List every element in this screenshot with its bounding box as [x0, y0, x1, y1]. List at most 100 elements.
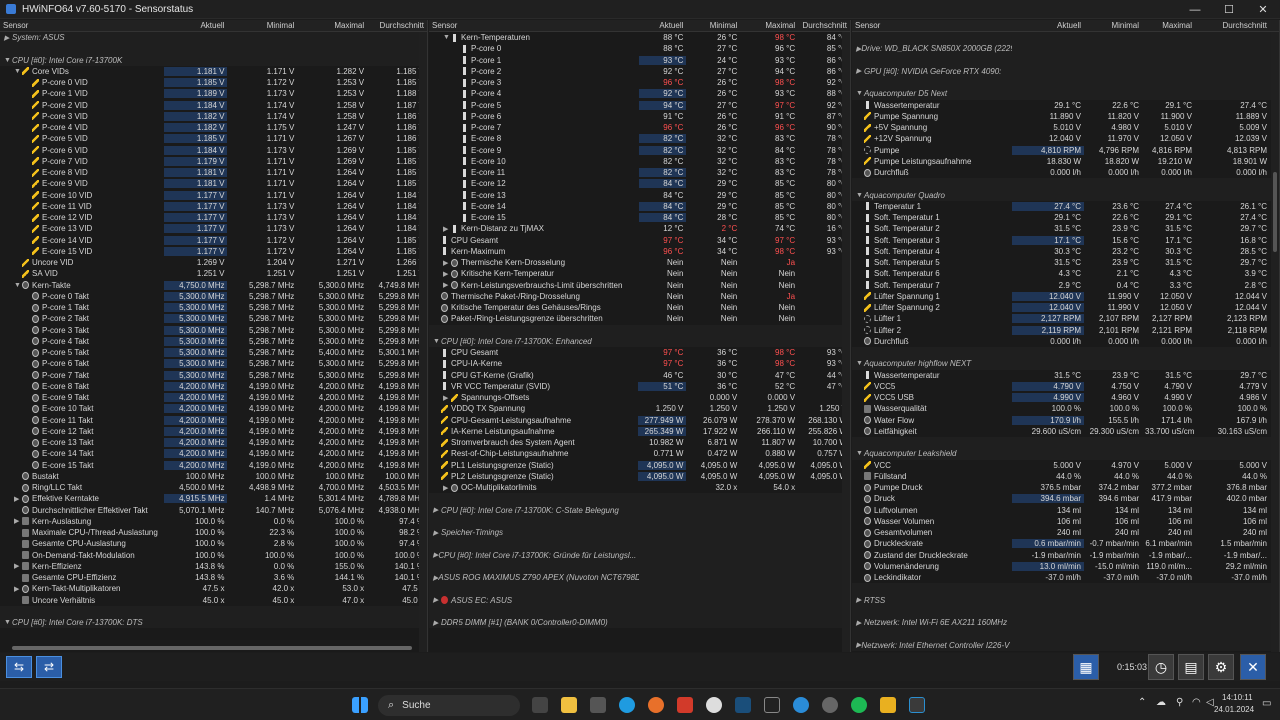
app-icon-2[interactable]: [706, 697, 722, 713]
clock-icon[interactable]: ◷: [1148, 654, 1174, 680]
sensor-row[interactable]: Wasser Volumen 106 ml 106 ml 106 ml 106 ml: [852, 516, 1279, 527]
sensor-row[interactable]: IA-Kerne Leistungsaufnahme 265.349 W 17.92…: [429, 426, 850, 437]
column-header-current[interactable]: Aktuell: [164, 21, 228, 30]
notification-icon[interactable]: ▭: [1262, 698, 1271, 709]
sensor-row[interactable]: E-core 10 82 °C 32 °C 83 °C 78 °C: [429, 156, 850, 167]
sensor-row[interactable]: P-core 2 92 °C 27 °C 94 °C 86 °C: [429, 66, 850, 77]
expand-chevron-icon[interactable]: ▶: [433, 619, 441, 627]
column-header-max[interactable]: Maximal: [297, 21, 367, 30]
collapse-chevron-icon[interactable]: ▼: [856, 90, 864, 97]
sensor-row[interactable]: Water Flow 170.9 l/h 155.5 l/h 171.4 l/h 167…: [852, 415, 1279, 426]
sensor-row[interactable]: Gesamte CPU-Effizienz 143.8 % 3.6 % 144.1 %…: [0, 572, 427, 583]
sensor-row[interactable]: ▶ Thermische Kern-Drosselung Nein Nein Ja: [429, 257, 850, 268]
close-sensors-icon[interactable]: ✕: [1240, 654, 1266, 680]
sensor-group-row[interactable]: ▶ Netzwerk: Intel Ethernet Controller I22…: [852, 639, 1279, 651]
expand-chevron-icon[interactable]: ▶: [14, 585, 22, 593]
sensor-row[interactable]: ▶ Kritische Kern-Temperatur Nein Nein Nein: [429, 268, 850, 279]
expand-chevron-icon[interactable]: ▶: [433, 596, 441, 604]
column-header-max[interactable]: Maximal: [740, 21, 798, 30]
sensor-row[interactable]: VR VCC Temperatur (SVID) 51 °C 36 °C 52 °C 4…: [429, 381, 850, 392]
sensor-group-row[interactable]: [429, 538, 850, 550]
sensor-row[interactable]: Thermische Paket-/Ring-Drosselung Nein Nei…: [429, 291, 850, 302]
sensor-row[interactable]: Uncore Verhältnis 45.0 x 45.0 x 47.0 x 45.0 …: [0, 595, 427, 606]
sensor-row[interactable]: ▶ Effektive Kerntakte 4,915.5 MHz 1.4 MHz 5,…: [0, 493, 427, 504]
sensor-row[interactable]: E-core 13 84 °C 29 °C 85 °C 80 °C: [429, 190, 850, 201]
sensor-row[interactable]: P-core 3 96 °C 26 °C 98 °C 92 °C: [429, 77, 850, 88]
column-header-min[interactable]: Minimal: [1084, 21, 1142, 30]
settings-gear-icon[interactable]: ⚙: [1208, 654, 1234, 680]
sensor-row[interactable]: Druckleckrate 0.6 mbar/min -0.7 mbar/min 6.…: [852, 538, 1279, 549]
sensor-row[interactable]: Soft. Temperatur 1 29.1 °C 22.6 °C 29.1 °C 2…: [852, 212, 1279, 223]
sensor-row[interactable]: Wasserqualität 100.0 % 100.0 % 100.0 % 100.0…: [852, 403, 1279, 414]
sensor-row[interactable]: SA VID 1.251 V 1.251 V 1.251 V 1.251 V: [0, 268, 427, 279]
column-header-sensor[interactable]: Sensor: [0, 21, 164, 30]
sensor-row[interactable]: E-core 11 VID 1.177 V 1.173 V 1.264 V 1.184 …: [0, 201, 427, 212]
report-icon[interactable]: ▦: [1073, 654, 1099, 680]
expand-chevron-icon[interactable]: ▶: [4, 34, 12, 42]
sensor-group-row[interactable]: [852, 54, 1279, 66]
start-icon[interactable]: [352, 697, 368, 713]
sensor-row[interactable]: Rest-of-Chip-Leistungsaufnahme 0.771 W 0.4…: [429, 448, 850, 459]
sensor-row[interactable]: Pumpe Leistungsaufnahme 18.830 W 18.820 W 1…: [852, 156, 1279, 167]
sensor-row[interactable]: Durchschnittlicher Effektiver Takt 5,070.…: [0, 505, 427, 516]
sensor-row[interactable]: E-core 15 84 °C 28 °C 85 °C 80 °C: [429, 212, 850, 223]
clock-time[interactable]: 14:10:11: [1222, 693, 1253, 702]
column-header-avg[interactable]: Durchschnitt: [367, 21, 427, 30]
sensor-group-row[interactable]: ▶Drive: WD_BLACK SN850X 2000GB (22293A..…: [852, 43, 1279, 55]
sensor-row[interactable]: E-core 11 Takt 4,200.0 MHz 4,199.0 MHz 4,20…: [0, 415, 427, 426]
sensor-group-row[interactable]: [429, 324, 850, 336]
sensor-group-row[interactable]: ▼ CPU [#0]: Intel Core i7-13700K: DTS: [0, 617, 427, 629]
sensor-group-row[interactable]: [852, 32, 1279, 44]
epic-games-icon[interactable]: [764, 697, 780, 713]
sensor-row[interactable]: P-core 2 VID 1.184 V 1.174 V 1.258 V 1.187 V: [0, 100, 427, 111]
app-icon-4[interactable]: [822, 697, 838, 713]
sensor-row[interactable]: E-core 15 Takt 4,200.0 MHz 4,199.0 MHz 4,20…: [0, 460, 427, 471]
sensor-row[interactable]: Maximale CPU-/Thread-Auslastung 100.0 % 22…: [0, 527, 427, 538]
task-view-icon[interactable]: [532, 697, 548, 713]
sensor-group-row[interactable]: [429, 583, 850, 595]
sensor-row[interactable]: Lüfter Spannung 1 12.040 V 11.990 V 12.050 …: [852, 291, 1279, 302]
expand-chevron-icon[interactable]: ▶: [443, 394, 451, 402]
sensor-row[interactable]: P-core 6 91 °C 26 °C 91 °C 87 °C: [429, 111, 850, 122]
sensor-row[interactable]: ▼ Kern-Temperaturen 88 °C 26 °C 98 °C 84 °C: [429, 32, 850, 43]
sensor-row[interactable]: Wassertemperatur 29.1 °C 22.6 °C 29.1 °C 27.…: [852, 100, 1279, 111]
sensor-group-row[interactable]: [429, 493, 850, 505]
column-header-min[interactable]: Minimal: [227, 21, 297, 30]
sensor-row[interactable]: CPU Gesamt 97 °C 34 °C 97 °C 93 °C: [429, 235, 850, 246]
sensor-row[interactable]: Kritische Temperatur des Gehäuses/Rings N…: [429, 302, 850, 313]
sensor-row[interactable]: Ring/LLC Takt 4,500.0 MHz 4,498.9 MHz 4,700…: [0, 482, 427, 493]
sensor-row[interactable]: E-core 13 VID 1.177 V 1.173 V 1.264 V 1.184 …: [0, 223, 427, 234]
sensor-row[interactable]: Wassertemperatur 31.5 °C 23.9 °C 31.5 °C 29.…: [852, 370, 1279, 381]
sensor-row[interactable]: P-core 0 Takt 5,300.0 MHz 5,298.7 MHz 5,300…: [0, 291, 427, 302]
expand-chevron-icon[interactable]: ▶: [443, 270, 451, 278]
sensor-row[interactable]: E-core 14 VID 1.177 V 1.172 V 1.264 V 1.185 …: [0, 235, 427, 246]
sensor-group-row[interactable]: [429, 605, 850, 617]
sensor-group-row[interactable]: ▼ CPU [#0]: Intel Core i7-13700K: [0, 54, 427, 66]
sensor-row[interactable]: P-core 5 Takt 5,300.0 MHz 5,298.7 MHz 5,400…: [0, 347, 427, 358]
sensor-row[interactable]: PL2 Leistungsgrenze (Static) 4,095.0 W 4,0…: [429, 471, 850, 482]
collapse-chevron-icon[interactable]: ▼: [443, 34, 451, 41]
collapse-chevron-icon[interactable]: ▼: [856, 192, 864, 199]
sensor-group-row[interactable]: ▶ CPU [#0]: Intel Core i7-13700K: Gründe …: [429, 549, 850, 561]
sensor-group-row[interactable]: ▶ ASUS ROG MAXIMUS Z790 APEX (Nuvoton NCT…: [429, 572, 850, 584]
sensor-row[interactable]: P-core 1 93 °C 24 °C 93 °C 86 °C: [429, 55, 850, 66]
sensor-row[interactable]: ▶ OC-Multiplikatorlimits 32.0 x 54.0 x: [429, 482, 850, 493]
sensor-group-row[interactable]: [852, 437, 1279, 449]
sensor-row[interactable]: CPU-Gesamt-Leistungsaufnahme 277.949 W 26.…: [429, 415, 850, 426]
sensor-row[interactable]: E-core 9 Takt 4,200.0 MHz 4,199.0 MHz 4,200…: [0, 392, 427, 403]
sensor-row[interactable]: Durchfluß 0.000 l/h 0.000 l/h 0.000 l/h 0.00…: [852, 336, 1279, 347]
vertical-scrollbar[interactable]: [1271, 32, 1279, 652]
expand-chevron-icon[interactable]: ▶: [433, 506, 441, 514]
sensor-row[interactable]: +5V Spannung 5.010 V 4.980 V 5.010 V 5.009 V: [852, 122, 1279, 133]
sensor-group-row[interactable]: [852, 347, 1279, 359]
sensor-row[interactable]: Pumpe Spannung 11.890 V 11.820 V 11.900 V 11…: [852, 111, 1279, 122]
sensor-row[interactable]: Gesamtvolumen 240 ml 240 ml 240 ml 240 ml: [852, 527, 1279, 538]
sensor-group-row[interactable]: ▶ Netzwerk: Intel Wi-Fi 6E AX211 160MHz: [852, 617, 1279, 629]
collapse-chevron-icon[interactable]: ▼: [433, 338, 441, 345]
sensor-group-row[interactable]: [0, 605, 427, 617]
sensor-row[interactable]: E-core 15 VID 1.177 V 1.172 V 1.264 V 1.185 …: [0, 246, 427, 257]
sensor-row[interactable]: Leckindikator -37.0 ml/h -37.0 ml/h -37.0 m…: [852, 572, 1279, 583]
sensor-group-row[interactable]: ▼ CPU [#0]: Intel Core i7-13700K: Enhance…: [429, 335, 850, 347]
sensor-row[interactable]: P-core 3 Takt 5,300.0 MHz 5,298.7 MHz 5,300…: [0, 325, 427, 336]
sensor-row[interactable]: Pumpe Druck 376.5 mbar 374.2 mbar 377.2 mba…: [852, 482, 1279, 493]
